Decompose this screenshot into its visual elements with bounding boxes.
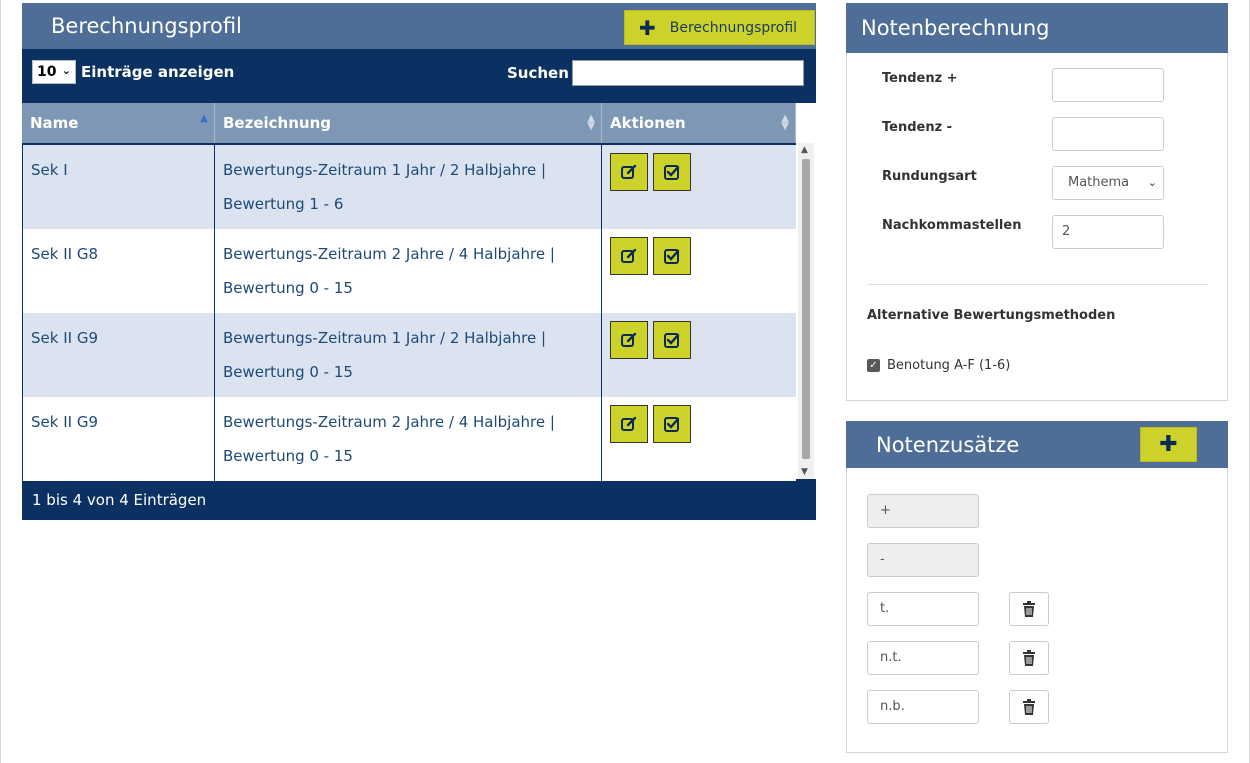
table-info: 1 bis 4 von 4 Einträgen <box>32 491 207 509</box>
delete-button[interactable] <box>1009 592 1049 626</box>
nachkommastellen-label: Nachkommastellen <box>882 218 1022 233</box>
edit-icon <box>621 332 637 347</box>
trash-icon <box>1023 699 1035 715</box>
table-body: Sek I Bewertungs-Zeitraum 1 Jahr / 2 Hal… <box>22 143 796 481</box>
notenzusatz-input: - <box>867 543 979 577</box>
edit-button[interactable] <box>610 405 648 443</box>
row-name: Sek I <box>23 145 215 229</box>
alt-method-label: Benotung A-F (1-6) <box>887 358 1011 373</box>
delete-button[interactable] <box>1009 690 1049 724</box>
row-name: Sek II G9 <box>23 313 215 397</box>
table-scrollbar[interactable]: ▲ ▼ <box>798 143 814 479</box>
search-input[interactable] <box>572 60 804 86</box>
page-length-select[interactable]: 10 ⌄ <box>32 60 76 84</box>
select-button[interactable] <box>653 405 691 443</box>
row-bezeichnung: Bewertungs-Zeitraum 1 Jahr / 2 Halbjahre… <box>215 145 602 229</box>
alternative-methods-title: Alternative Bewertungsmethoden <box>867 308 1116 323</box>
select-button[interactable] <box>653 321 691 359</box>
page-length-value: 10 <box>37 64 57 80</box>
berechnungsprofil-panel: Berechnungsprofil ✚ Berechnungsprofil 10… <box>22 3 816 520</box>
tendenz-minus-label: Tendenz - <box>882 120 953 135</box>
table-row: Sek II G8 Bewertungs-Zeitraum 2 Jahre / … <box>23 229 796 313</box>
check-square-icon <box>664 249 680 264</box>
chevron-down-icon: ⌄ <box>61 64 71 77</box>
edit-icon <box>621 248 637 263</box>
sort-asc-icon: ▲ <box>200 113 208 124</box>
row-name: Sek II G9 <box>23 397 215 481</box>
check-square-icon <box>664 165 680 180</box>
select-button[interactable] <box>653 237 691 275</box>
table-container: 10 ⌄ Einträge anzeigen Suchen Name ▲ Bez… <box>22 49 816 520</box>
edit-button[interactable] <box>610 321 648 359</box>
delete-button[interactable] <box>1009 641 1049 675</box>
select-button[interactable] <box>653 153 691 191</box>
row-actions <box>602 229 796 313</box>
sort-icon: ▲ ▼ <box>781 113 789 132</box>
row-name: Sek II G8 <box>23 229 215 313</box>
edit-icon <box>621 164 637 179</box>
column-header-bezeichnung[interactable]: Bezeichnung ▲ ▼ <box>215 103 602 143</box>
check-square-icon <box>664 417 680 432</box>
add-button-label: Berechnungsprofil <box>669 19 798 36</box>
panel-title: Notenzusätze <box>876 433 1020 457</box>
panel-title: Notenberechnung <box>861 16 1050 40</box>
row-bezeichnung: Bewertungs-Zeitraum 2 Jahre / 4 Halbjahr… <box>215 229 602 313</box>
scroll-up-icon[interactable]: ▲ <box>801 145 808 155</box>
chevron-down-icon: ⌄ <box>1147 176 1157 189</box>
divider <box>867 284 1208 285</box>
nachkommastellen-input[interactable]: 2 <box>1052 215 1164 249</box>
notenzusatz-input: + <box>867 494 979 528</box>
profile-table: Name ▲ Bezeichnung ▲ ▼ Aktionen ▲ ▼ Sek I … <box>22 103 816 481</box>
row-actions <box>602 313 796 397</box>
plus-icon: ✚ <box>639 15 656 40</box>
check-square-icon <box>664 333 680 348</box>
tendenz-plus-label: Tendenz + <box>882 71 958 86</box>
search-label: Suchen <box>507 64 569 82</box>
edit-icon <box>621 416 637 431</box>
table-row: Sek I Bewertungs-Zeitraum 1 Jahr / 2 Hal… <box>23 145 796 229</box>
rundungsart-value: Mathema <box>1068 175 1130 190</box>
notenberechnung-panel: Notenberechnung Tendenz + Tendenz - Rund… <box>846 3 1228 401</box>
add-berechnungsprofil-button[interactable]: ✚ Berechnungsprofil <box>624 10 815 45</box>
trash-icon <box>1023 650 1035 666</box>
trash-icon <box>1023 601 1035 617</box>
panel-header: Berechnungsprofil ✚ Berechnungsprofil <box>22 3 816 49</box>
sort-icon: ▲ ▼ <box>587 113 595 132</box>
checkbox-checked-icon[interactable]: ✓ <box>867 359 880 372</box>
panel-header: Notenberechnung <box>846 3 1228 53</box>
rundungsart-select[interactable]: Mathema ⌄ <box>1052 166 1164 200</box>
edit-button[interactable] <box>610 153 648 191</box>
row-actions <box>602 145 796 229</box>
notenzusatz-input[interactable]: t. <box>867 592 979 626</box>
table-row: Sek II G9 Bewertungs-Zeitraum 2 Jahre / … <box>23 397 796 481</box>
column-header-name[interactable]: Name ▲ <box>22 103 215 143</box>
tendenz-plus-input[interactable] <box>1052 68 1164 102</box>
add-notenzusatz-button[interactable]: ✚ <box>1140 427 1197 462</box>
table-header: Name ▲ Bezeichnung ▲ ▼ Aktionen ▲ ▼ <box>22 103 796 143</box>
rundungsart-label: Rundungsart <box>882 169 977 184</box>
page-length-label: Einträge anzeigen <box>81 63 235 81</box>
plus-icon: ✚ <box>1159 432 1178 457</box>
panel-title: Berechnungsprofil <box>51 14 242 38</box>
tendenz-minus-input[interactable] <box>1052 117 1164 151</box>
scroll-down-icon[interactable]: ▼ <box>801 467 808 477</box>
notenzusatz-input[interactable]: n.b. <box>867 690 979 724</box>
table-row: Sek II G9 Bewertungs-Zeitraum 1 Jahr / 2… <box>23 313 796 397</box>
notenzusatz-input[interactable]: n.t. <box>867 641 979 675</box>
row-actions <box>602 397 796 481</box>
panel-header: Notenzusätze ✚ <box>846 421 1228 468</box>
scrollbar-thumb[interactable] <box>802 159 810 459</box>
edit-button[interactable] <box>610 237 648 275</box>
column-header-aktionen[interactable]: Aktionen ▲ ▼ <box>602 103 796 143</box>
row-bezeichnung: Bewertungs-Zeitraum 1 Jahr / 2 Halbjahre… <box>215 313 602 397</box>
row-bezeichnung: Bewertungs-Zeitraum 2 Jahre / 4 Halbjahr… <box>215 397 602 481</box>
alt-method-option[interactable]: ✓ Benotung A-F (1-6) <box>867 358 1010 373</box>
notenzusaetze-panel: Notenzusätze ✚ + - t. n.t. n.b. <box>846 421 1228 753</box>
